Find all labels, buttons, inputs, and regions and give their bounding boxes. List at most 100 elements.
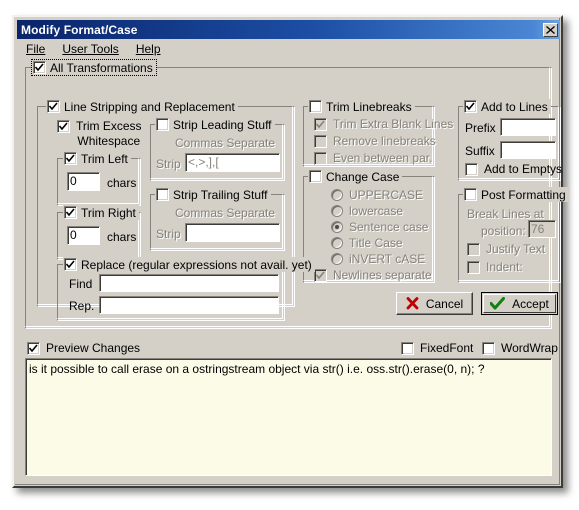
case-option-invert-case: iNVERT cASE (331, 252, 425, 266)
add-to-lines-label: Add to Lines (481, 99, 548, 114)
all-transformations-checkbox-row[interactable]: All Transformations (31, 59, 157, 76)
sentence-case-radio (331, 221, 343, 233)
indent-label: Indent: (486, 260, 523, 274)
checkmark-icon (29, 343, 38, 352)
strip-trailing-checkbox[interactable] (156, 188, 169, 201)
strip-trailing-hint: Commas Separate (175, 206, 276, 220)
uppercase-radio (331, 189, 343, 201)
trim-excess-whitespace-row[interactable]: Trim Excess Whitespace (57, 119, 142, 149)
sentence-case-label: Sentence case (349, 220, 429, 234)
line-stripping-label: Line Stripping and Replacement (64, 99, 235, 114)
case-option-uppercase: UPPERCASE (331, 188, 423, 202)
red-x-icon (406, 297, 419, 310)
checkmark-icon (66, 260, 75, 269)
position-label: position: (481, 224, 526, 238)
trim-linebreaks-checkbox[interactable] (309, 100, 322, 113)
title-bar: Modify Format/Case (17, 20, 560, 39)
prefix-input[interactable] (500, 118, 556, 136)
even-between-par-checkbox (314, 151, 327, 165)
trim-excess-whitespace-label-line1: Trim Excess (76, 119, 142, 133)
close-button[interactable] (543, 22, 558, 37)
word-wrap-checkbox[interactable] (482, 341, 495, 355)
accept-button[interactable]: Accept (481, 292, 558, 315)
trim-right-checkbox[interactable] (64, 206, 77, 219)
add-to-emptys-checkbox[interactable] (465, 162, 478, 176)
replace-checkbox[interactable] (64, 258, 77, 271)
modify-format-case-window: Modify Format/Case File User Tools Help (12, 15, 569, 488)
checkmark-icon (466, 102, 475, 111)
cancel-button[interactable]: Cancel (396, 292, 473, 315)
add-to-lines-checkbox-row[interactable]: Add to Lines (463, 99, 551, 114)
justify-text-row: Justify Text (467, 242, 545, 256)
line-stripping-checkbox-row[interactable]: Line Stripping and Replacement (46, 99, 238, 114)
preview-changes-row[interactable]: Preview Changes (27, 341, 140, 355)
fixed-font-row[interactable]: FixedFont (401, 341, 473, 355)
preview-textarea[interactable]: is it possible to call erase on a ostrin… (25, 358, 552, 476)
trim-excess-whitespace-checkbox[interactable] (57, 120, 70, 133)
lowercase-radio (331, 205, 343, 217)
all-transformations-checkbox[interactable] (33, 61, 46, 74)
word-wrap-label: WordWrap (501, 341, 558, 355)
menu-help-label: Help (135, 42, 161, 56)
change-case-checkbox[interactable] (309, 170, 322, 183)
post-formatting-checkbox-row[interactable]: Post Formatting (463, 187, 569, 202)
strip-trailing-field-label: Strip (156, 227, 181, 241)
menu-user-tools[interactable]: User Tools (62, 42, 118, 56)
trim-excess-whitespace-label-line2: Whitespace (77, 134, 141, 148)
post-formatting-checkbox[interactable] (464, 188, 477, 201)
strip-trailing-input[interactable] (185, 223, 280, 242)
checkmark-icon (35, 63, 44, 72)
add-to-emptys-row[interactable]: Add to Emptys (465, 162, 562, 176)
remove-linebreaks-row: Remove linebreaks (314, 134, 436, 148)
even-between-par-row: Even between par. (314, 151, 432, 165)
green-check-icon (490, 297, 506, 310)
replace-find-label: Find (69, 277, 93, 291)
word-wrap-row[interactable]: WordWrap (482, 341, 558, 355)
strip-leading-checkbox-row[interactable]: Strip Leading Stuff (155, 117, 275, 132)
suffix-label: Suffix (465, 144, 495, 158)
fixed-font-label: FixedFont (420, 341, 474, 355)
replace-find-input[interactable] (99, 274, 279, 292)
trim-left-checkbox-row[interactable]: Trim Left (63, 151, 131, 166)
strip-leading-input[interactable]: <,>,],[ (185, 153, 280, 172)
case-option-title-case: Title Case (331, 236, 403, 250)
break-lines-at-label: Break Lines at (467, 207, 544, 221)
menu-file-label: File (26, 42, 46, 56)
suffix-input[interactable] (500, 141, 556, 159)
change-case-checkbox-row[interactable]: Change Case (308, 169, 403, 184)
trim-left-checkbox[interactable] (64, 152, 77, 165)
remove-linebreaks-checkbox (314, 134, 327, 148)
menu-help[interactable]: Help (136, 42, 161, 56)
line-stripping-checkbox[interactable] (47, 100, 60, 113)
strip-trailing-label: Strip Trailing Stuff (173, 187, 268, 202)
strip-leading-checkbox[interactable] (156, 118, 169, 131)
trim-extra-blank-lines-row: Trim Extra Blank Lines (314, 117, 453, 131)
checkmark-icon (49, 102, 58, 111)
fixed-font-checkbox[interactable] (401, 341, 414, 355)
trim-linebreaks-checkbox-row[interactable]: Trim Linebreaks (308, 99, 415, 114)
trim-left-input[interactable]: 0 (67, 172, 100, 191)
trim-right-units: chars (107, 230, 137, 244)
add-to-lines-checkbox[interactable] (464, 100, 477, 113)
all-transformations-label: All Transformations (50, 60, 153, 75)
invert-case-label: iNVERT cASE (349, 252, 426, 266)
checkmark-icon (316, 270, 325, 279)
remove-linebreaks-label: Remove linebreaks (333, 134, 436, 148)
position-input: 76 (528, 220, 556, 238)
newlines-separate-row: Newlines separate (314, 268, 432, 282)
trim-right-label: Trim Right (81, 205, 136, 220)
strip-trailing-checkbox-row[interactable]: Strip Trailing Stuff (155, 187, 271, 202)
preview-changes-checkbox[interactable] (27, 341, 40, 355)
invert-case-radio (331, 253, 343, 265)
add-to-emptys-label: Add to Emptys (484, 162, 563, 176)
trim-right-checkbox-row[interactable]: Trim Right (63, 205, 139, 220)
menu-bar: File User Tools Help (17, 40, 560, 58)
replace-checkbox-row[interactable]: Replace (regular expressions not avail. … (63, 257, 315, 272)
menu-user-tools-label: User Tools (62, 42, 119, 56)
replace-label: Replace (regular expressions not avail. … (81, 257, 312, 272)
trim-right-input[interactable]: 0 (67, 226, 100, 245)
menu-file[interactable]: File (26, 42, 45, 56)
checkmark-icon (66, 208, 75, 217)
newlines-separate-label: Newlines separate (333, 268, 432, 282)
replace-rep-input[interactable] (99, 296, 279, 314)
